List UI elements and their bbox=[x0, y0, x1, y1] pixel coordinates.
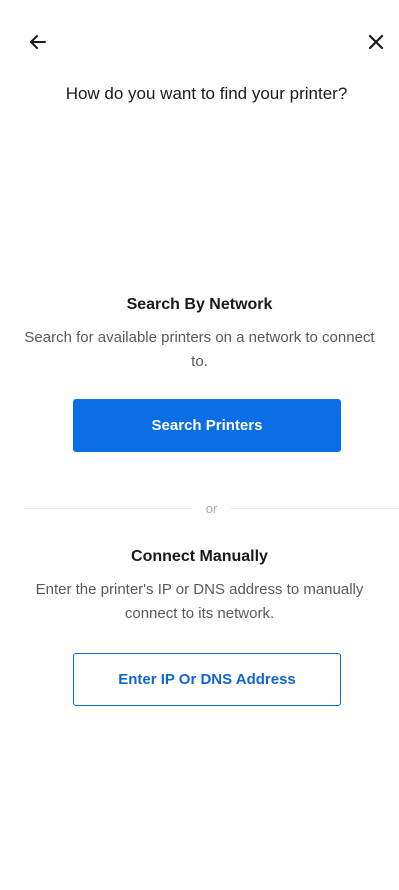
close-icon[interactable] bbox=[362, 28, 390, 56]
find-printer-screen: How do you want to find your printer? Se… bbox=[0, 0, 399, 890]
search-by-network-description: Search for available printers on a netwo… bbox=[24, 329, 375, 370]
connect-manually-title: Connect Manually bbox=[131, 548, 268, 565]
top-bar bbox=[0, 0, 399, 80]
page-title: How do you want to find your printer? bbox=[65, 84, 348, 103]
or-divider: or bbox=[0, 498, 399, 518]
arrow-left-icon[interactable] bbox=[24, 28, 52, 56]
divider-line-left bbox=[24, 507, 192, 509]
divider-label: or bbox=[205, 500, 218, 516]
search-printers-button[interactable]: Search Printers bbox=[73, 399, 341, 452]
enter-ip-dns-button[interactable]: Enter IP Or DNS Address bbox=[73, 653, 341, 706]
search-by-network-title: Search By Network bbox=[126, 296, 273, 313]
search-by-network-section: Search By Network Search for available p… bbox=[0, 296, 399, 374]
connect-manually-section: Connect Manually Enter the printer's IP … bbox=[0, 548, 399, 626]
connect-manually-description: Enter the printer's IP or DNS address to… bbox=[35, 581, 364, 622]
divider-line-right bbox=[231, 507, 399, 509]
